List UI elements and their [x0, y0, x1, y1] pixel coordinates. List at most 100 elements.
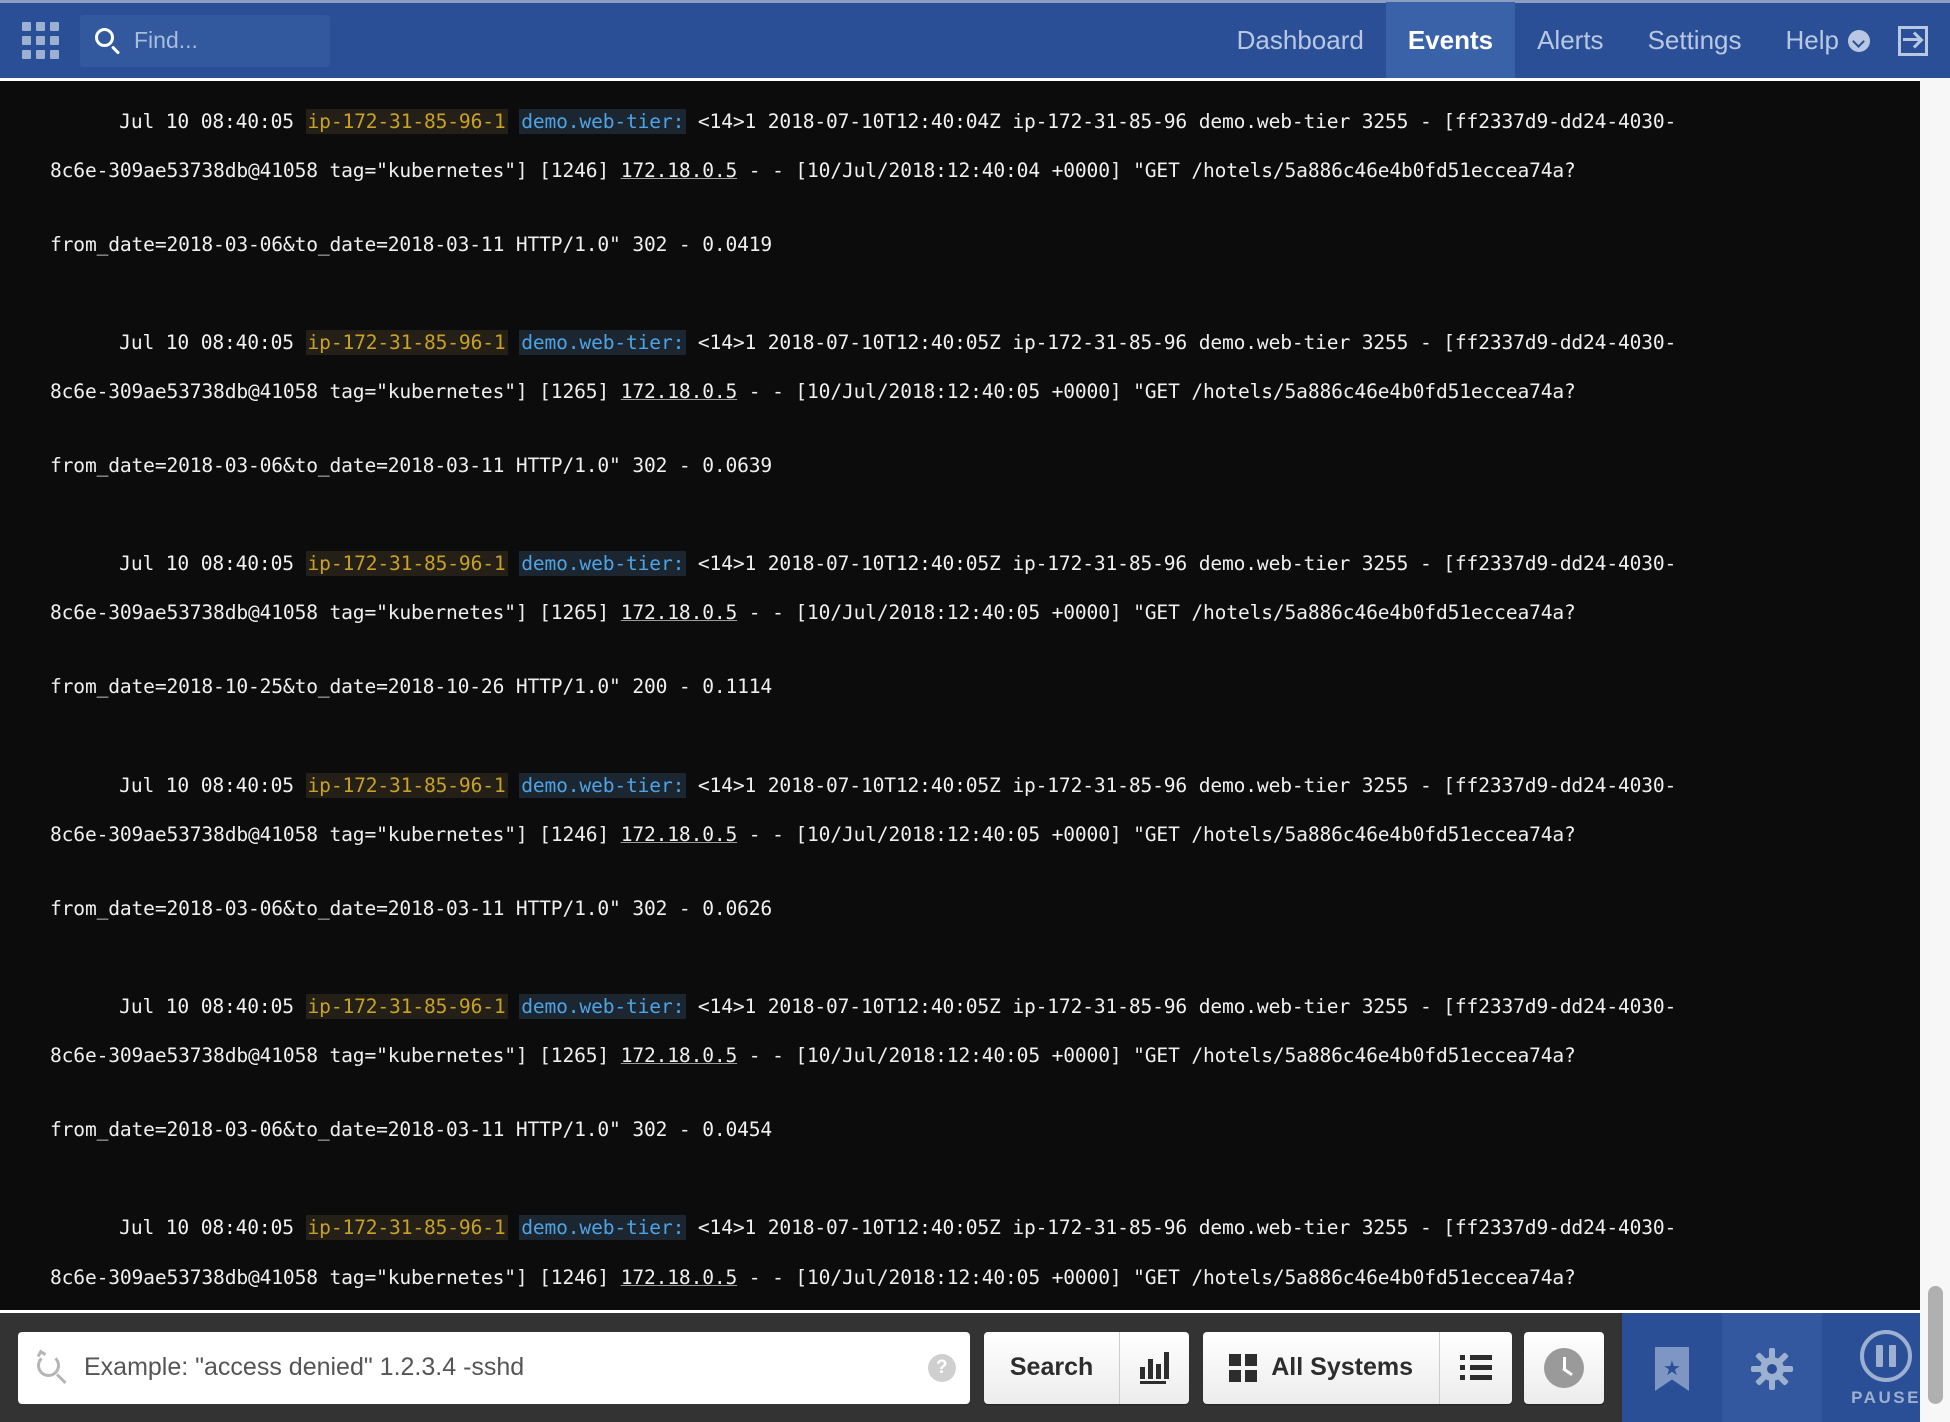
grid-cell [21, 36, 31, 45]
log-text: - - [10/Jul/2018:12:40:05 +0000] "GET /h… [737, 380, 1576, 404]
log-continuation: from_date=2018-03-06&to_date=2018-03-11 … [50, 1117, 773, 1141]
log-continuation: 8c6e-309ae53738db@41058 tag="kubernetes"… [26, 1044, 1920, 1069]
log-entry[interactable]: Jul 10 08:40:05 ip-172-31-85-96-1 demo.w… [0, 749, 1920, 970]
log-host[interactable]: ip-172-31-85-96-1 [305, 329, 508, 355]
app-window: Find... Dashboard Events Alerts Settings… [0, 0, 1950, 1422]
log-host[interactable]: ip-172-31-85-96-1 [305, 1215, 508, 1241]
search-icon [94, 27, 122, 55]
find-input[interactable]: Find... [80, 14, 330, 67]
bar-chart-button[interactable] [1120, 1331, 1190, 1404]
scrollbar-thumb[interactable] [1928, 1286, 1943, 1404]
log-rest: <14>1 2018-07-10T12:40:05Z ip-172-31-85-… [686, 773, 1677, 797]
log-rest: <14>1 2018-07-10T12:40:05Z ip-172-31-85-… [686, 330, 1677, 354]
log-text: - - [10/Jul/2018:12:40:05 +0000] "GET /h… [737, 822, 1576, 846]
nav-label: Settings [1647, 25, 1742, 55]
list-view-button[interactable] [1440, 1331, 1512, 1404]
log-text: 8c6e-309ae53738db@41058 tag="kubernetes"… [50, 822, 621, 846]
pause-label: PAUSE [1851, 1388, 1921, 1407]
log-text: 8c6e-309ae53738db@41058 tag="kubernetes"… [50, 1265, 621, 1289]
grid-cell [21, 50, 31, 59]
log-source[interactable]: demo.web-tier: [519, 108, 687, 134]
log-continuation: 8c6e-309ae53738db@41058 tag="kubernetes"… [26, 1266, 1920, 1291]
log-text: 8c6e-309ae53738db@41058 tag="kubernetes"… [50, 1044, 621, 1068]
search-button[interactable]: Search [983, 1331, 1121, 1404]
apps-grid-icon[interactable] [14, 15, 66, 67]
log-entry[interactable]: Jul 10 08:40:05 ip-172-31-85-96-1 demo.w… [0, 970, 1920, 1191]
log-text: - - [10/Jul/2018:12:40:05 +0000] "GET /h… [737, 601, 1576, 625]
log-entry[interactable]: Jul 10 08:40:05 ip-172-31-85-96-1 demo.w… [0, 85, 1920, 306]
log-source[interactable]: demo.web-tier: [519, 329, 687, 355]
bookmark-star-icon: ★ [1655, 1347, 1689, 1391]
logout-icon[interactable] [1898, 25, 1930, 56]
log-ip[interactable]: 172.18.0.5 [621, 380, 738, 403]
right-action-panel: ★ PAUSE [1622, 1313, 1950, 1422]
time-range-group [1524, 1331, 1604, 1404]
log-entry[interactable]: Jul 10 08:40:05 ip-172-31-85-96-1 demo.w… [0, 528, 1920, 749]
log-host[interactable]: ip-172-31-85-96-1 [305, 551, 508, 577]
nav-item-alerts[interactable]: Alerts [1515, 2, 1625, 80]
list-icon [1460, 1355, 1492, 1380]
search-button-label: Search [1009, 1353, 1094, 1381]
log-rest: <14>1 2018-07-10T12:40:05Z ip-172-31-85-… [686, 1216, 1677, 1240]
log-continuation: 8c6e-309ae53738db@41058 tag="kubernetes"… [26, 823, 1920, 848]
log-entry[interactable]: Jul 10 08:40:05 ip-172-31-85-96-1 demo.w… [0, 1192, 1920, 1310]
log-ip[interactable]: 172.18.0.5 [621, 1266, 738, 1289]
log-source[interactable]: demo.web-tier: [519, 1215, 687, 1241]
log-ip[interactable]: 172.18.0.5 [621, 159, 738, 182]
log-text: - - [10/Jul/2018:12:40:05 +0000] "GET /h… [737, 1044, 1576, 1068]
log-entry[interactable]: Jul 10 08:40:05 ip-172-31-85-96-1 demo.w… [0, 306, 1920, 527]
scope-button-group: All Systems [1203, 1331, 1512, 1404]
window-scrollbar[interactable] [1920, 78, 1950, 1422]
log-rest: <14>1 2018-07-10T12:40:05Z ip-172-31-85-… [686, 552, 1677, 576]
log-source[interactable]: demo.web-tier: [519, 551, 687, 577]
log-lines-container[interactable]: Jul 10 08:40:05 ip-172-31-85-96-1 demo.w… [0, 81, 1920, 1310]
clock-icon [1544, 1347, 1584, 1388]
primary-nav: Dashboard Events Alerts Settings Help [1215, 1, 1892, 80]
grid-cell [49, 50, 59, 59]
top-navigation-bar: Find... Dashboard Events Alerts Settings… [0, 0, 1950, 80]
grid-icon [1229, 1353, 1258, 1382]
log-timestamp: Jul 10 08:40:05 [119, 994, 294, 1018]
nav-item-events[interactable]: Events [1385, 1, 1516, 80]
grid-cell [49, 36, 59, 45]
log-continuation: from_date=2018-10-25&to_date=2018-10-26 … [50, 675, 773, 699]
log-continuation: 8c6e-309ae53738db@41058 tag="kubernetes"… [26, 380, 1920, 405]
log-continuation: 8c6e-309ae53738db@41058 tag="kubernetes"… [26, 159, 1920, 184]
log-viewer: Jul 10 08:40:05 ip-172-31-85-96-1 demo.w… [0, 78, 1950, 1310]
nav-label: Alerts [1537, 25, 1604, 55]
log-timestamp: Jul 10 08:40:05 [119, 552, 294, 576]
grid-cell [35, 36, 45, 45]
log-text: - - [10/Jul/2018:12:40:05 +0000] "GET /h… [737, 1265, 1576, 1289]
log-timestamp: Jul 10 08:40:05 [119, 109, 294, 133]
all-systems-label: All Systems [1271, 1353, 1413, 1381]
grid-cell [35, 50, 45, 59]
settings-button[interactable] [1722, 1313, 1822, 1422]
log-host[interactable]: ip-172-31-85-96-1 [305, 772, 508, 798]
log-text: 8c6e-309ae53738db@41058 tag="kubernetes"… [50, 380, 621, 404]
log-ip[interactable]: 172.18.0.5 [621, 1044, 738, 1067]
log-ip[interactable]: 172.18.0.5 [621, 823, 738, 846]
log-rest: <14>1 2018-07-10T12:40:05Z ip-172-31-85-… [686, 994, 1677, 1018]
log-continuation: from_date=2018-03-06&to_date=2018-03-11 … [50, 232, 773, 256]
search-input[interactable]: Example: "access denied" 1.2.3.4 -sshd ? [18, 1331, 970, 1404]
grid-cell [49, 22, 59, 31]
nav-label: Help [1785, 25, 1839, 55]
log-continuation: 8c6e-309ae53738db@41058 tag="kubernetes"… [26, 601, 1920, 626]
log-host[interactable]: ip-172-31-85-96-1 [305, 993, 508, 1019]
log-timestamp: Jul 10 08:40:05 [119, 330, 294, 354]
log-host[interactable]: ip-172-31-85-96-1 [305, 108, 508, 134]
help-icon[interactable]: ? [927, 1353, 956, 1382]
all-systems-button[interactable]: All Systems [1203, 1331, 1440, 1404]
log-source[interactable]: demo.web-tier: [519, 772, 687, 798]
time-range-button[interactable] [1524, 1331, 1604, 1404]
log-ip[interactable]: 172.18.0.5 [621, 601, 738, 624]
log-source[interactable]: demo.web-tier: [519, 993, 687, 1019]
nav-item-help[interactable]: Help [1764, 2, 1892, 80]
bookmark-button[interactable]: ★ [1622, 1313, 1722, 1422]
chevron-down-icon [1848, 29, 1870, 52]
log-rest: <14>1 2018-07-10T12:40:04Z ip-172-31-85-… [686, 109, 1677, 133]
nav-item-settings[interactable]: Settings [1626, 2, 1764, 80]
log-text: - - [10/Jul/2018:12:40:04 +0000] "GET /h… [737, 158, 1576, 182]
log-continuation: from_date=2018-03-06&to_date=2018-03-11 … [50, 896, 773, 920]
nav-item-dashboard[interactable]: Dashboard [1215, 2, 1386, 80]
